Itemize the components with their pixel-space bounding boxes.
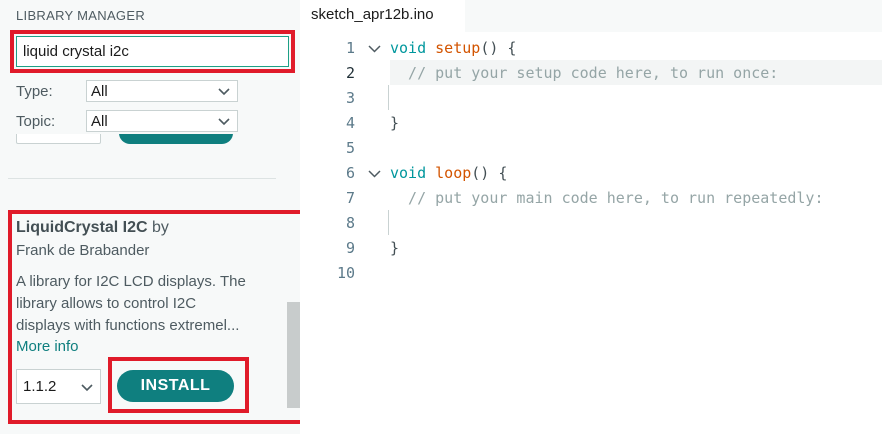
line-number: 8	[345, 214, 355, 232]
code-text: () {	[480, 39, 517, 57]
indent-guide	[388, 85, 389, 110]
search-highlight-frame	[10, 30, 295, 73]
code-text: }	[390, 114, 400, 132]
line-number: 5	[345, 139, 355, 157]
code-editor[interactable]: 1 void setup() {2 // put your setup code …	[300, 32, 882, 434]
library-description: A library for I2C LCD displays. The libr…	[16, 271, 276, 337]
library-manager-panel: LIBRARY MANAGER Type: All Topic: All Liq…	[0, 0, 300, 434]
code-function-name: setup	[435, 39, 481, 57]
fold-chevron-icon[interactable]	[367, 161, 382, 186]
code-line[interactable]: void loop() {	[390, 161, 507, 186]
tab-sketch[interactable]: sketch_apr12b.ino	[300, 0, 465, 32]
library-author: Frank de Brabander	[16, 242, 150, 259]
type-filter-row: Type: All	[16, 80, 238, 102]
code-line[interactable]: }	[390, 236, 399, 261]
code-line[interactable]: // put your setup code here, to run once…	[390, 61, 778, 86]
library-search-input[interactable]	[16, 36, 289, 67]
line-number: 4	[345, 114, 355, 132]
chevron-down-icon	[217, 114, 231, 128]
topic-filter-select[interactable]: All	[86, 110, 238, 132]
line-number: 10	[336, 264, 355, 282]
code-keyword: void	[390, 164, 427, 182]
description-line: displays with functions extremel...	[16, 317, 240, 334]
type-filter-label: Type:	[16, 82, 53, 100]
line-number: 9	[345, 239, 355, 257]
topic-filter-value: All	[91, 112, 108, 130]
code-function-name: loop	[435, 164, 472, 182]
install-button[interactable]: INSTALL	[117, 370, 234, 402]
code-comment: // put your main code here, to run repea…	[390, 189, 824, 207]
line-number: 6	[345, 164, 355, 182]
chevron-down-icon	[217, 84, 231, 98]
more-info-link[interactable]: More info	[16, 338, 79, 355]
code-text: () {	[471, 164, 508, 182]
code-line[interactable]: }	[390, 111, 399, 136]
line-number: 1	[345, 39, 355, 57]
divider	[8, 178, 276, 179]
previous-install-button[interactable]	[119, 134, 233, 144]
topic-filter-row: Topic: All	[16, 110, 238, 132]
previous-version-select[interactable]	[16, 134, 101, 144]
type-filter-select[interactable]: All	[86, 80, 238, 102]
code-line[interactable]: // put your main code here, to run repea…	[390, 186, 823, 211]
chevron-down-icon	[80, 380, 94, 394]
code-text: }	[390, 239, 400, 257]
description-line: A library for I2C LCD displays. The	[16, 273, 246, 290]
code-line[interactable]: void setup() {	[390, 36, 516, 61]
type-filter-value: All	[91, 82, 108, 100]
line-number: 7	[345, 189, 355, 207]
panel-scrollbar[interactable]	[287, 302, 300, 408]
version-select[interactable]: 1.1.2	[16, 369, 101, 404]
indent-guide	[388, 210, 389, 235]
line-number: 2	[345, 64, 355, 82]
topic-filter-label: Topic:	[16, 112, 56, 130]
library-by-label: by	[152, 219, 169, 236]
line-number: 3	[345, 89, 355, 107]
tab-sketch-label: sketch_apr12b.ino	[311, 6, 434, 23]
library-name: LiquidCrystal I2C	[16, 219, 148, 236]
library-manager-title: LIBRARY MANAGER	[16, 8, 146, 23]
description-line: library allows to control I2C	[16, 295, 197, 312]
scrolled-previous-item	[16, 134, 236, 146]
library-result-title: LiquidCrystal I2C by	[16, 219, 169, 237]
code-comment: // put your setup code here, to run once…	[390, 64, 779, 82]
version-value: 1.1.2	[23, 378, 57, 395]
code-keyword: void	[390, 39, 427, 57]
fold-chevron-icon[interactable]	[367, 36, 382, 61]
